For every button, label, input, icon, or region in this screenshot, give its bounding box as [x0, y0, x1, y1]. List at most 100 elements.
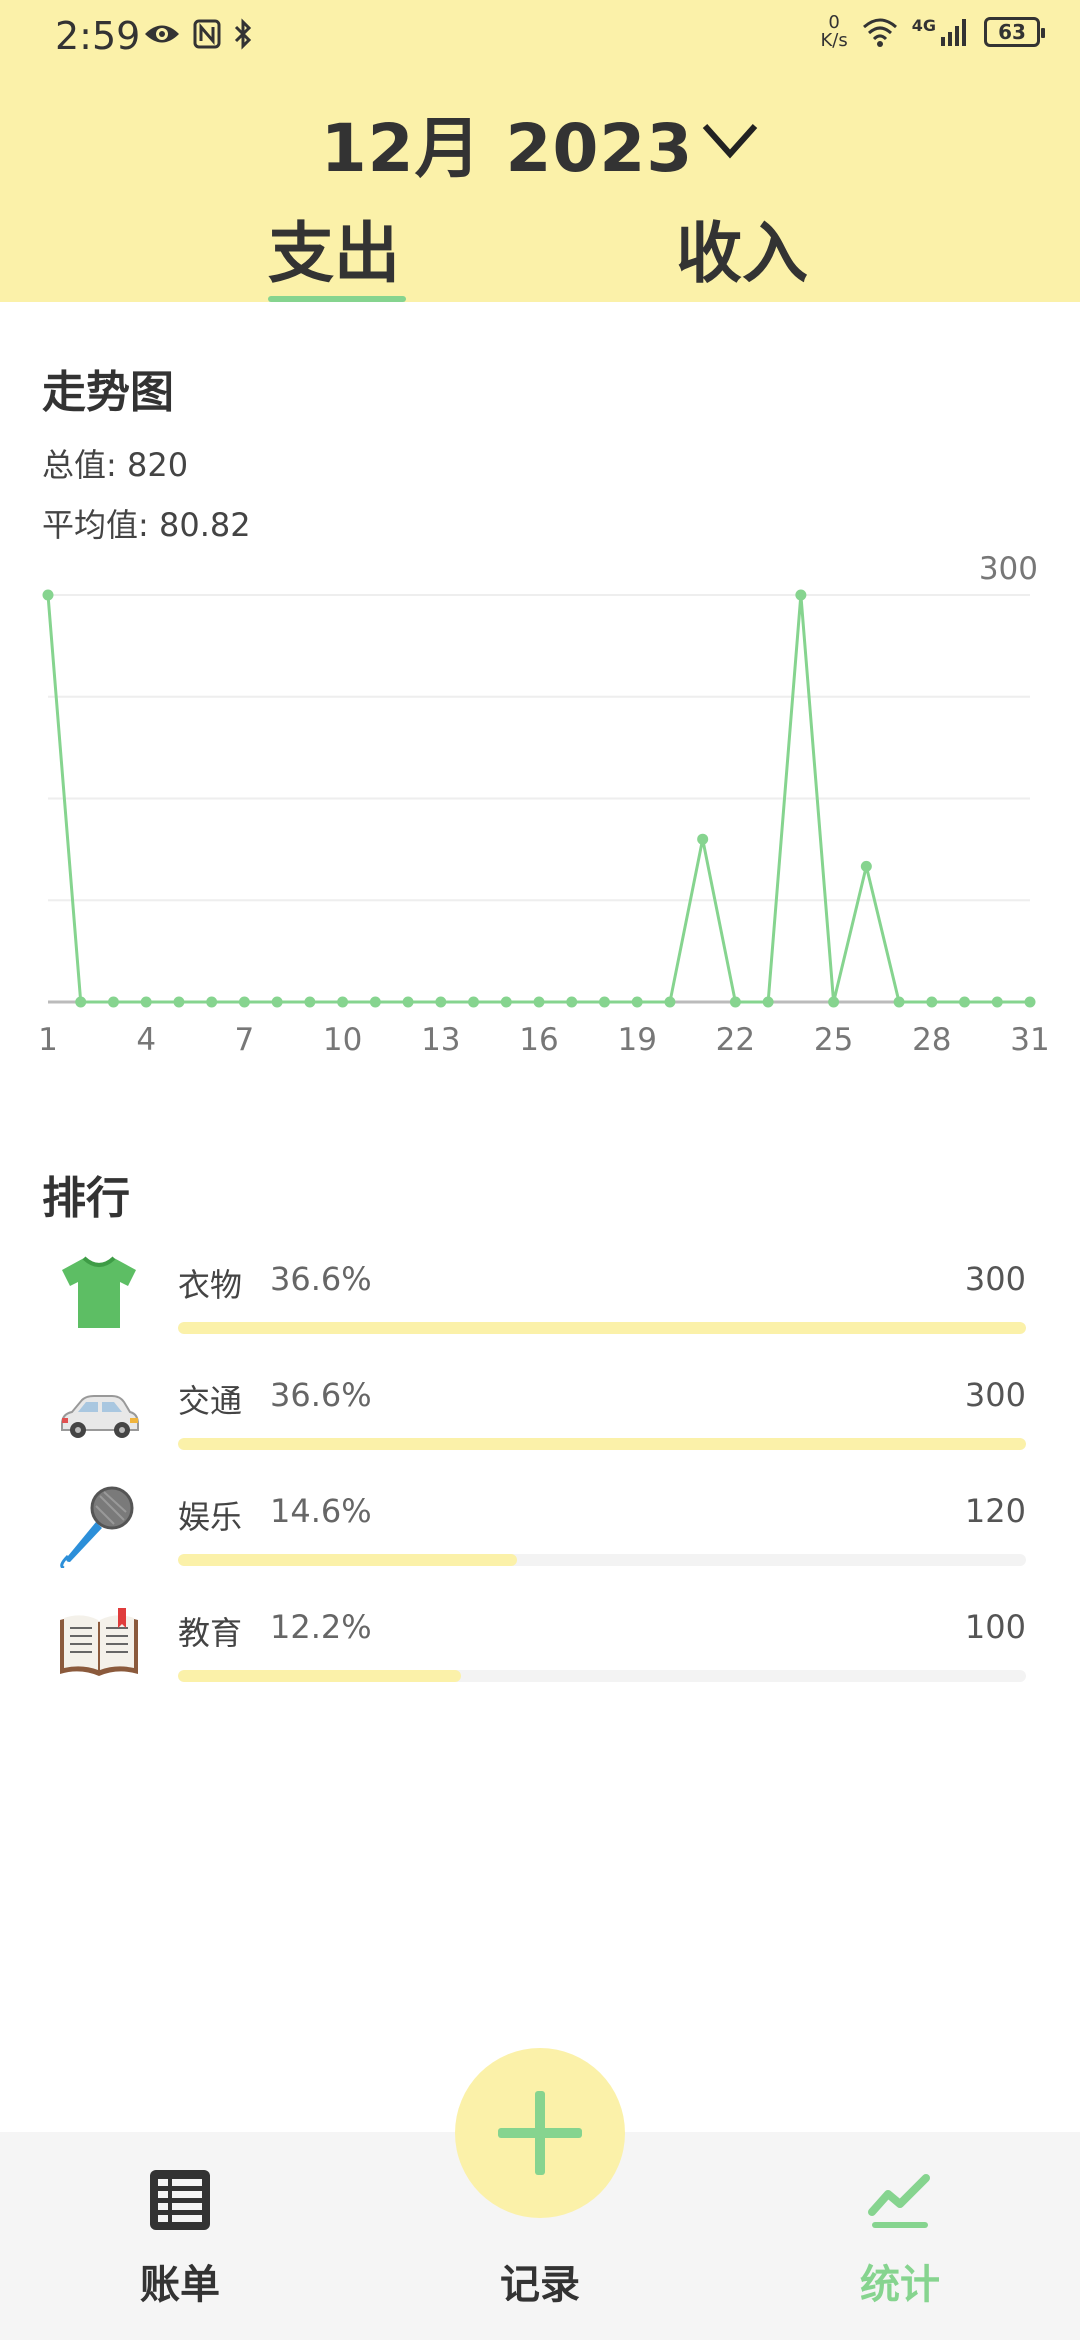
- chart-data-point: [173, 996, 185, 1008]
- ranking-bar-track: [178, 1438, 1026, 1450]
- chart-data-point: [631, 996, 643, 1008]
- trend-title: 走势图: [42, 367, 174, 418]
- ranking-bar-fill: [178, 1322, 1026, 1334]
- trend-chart-svg: 300 1 4 7 10 13 16 19 22 25 28 31: [38, 551, 1050, 1058]
- microphone-icon: [60, 1486, 134, 1568]
- chart-data-point: [926, 996, 938, 1008]
- ranking-percent: 12.2%: [270, 1608, 372, 1646]
- net-speed-unit: K/s: [820, 30, 848, 51]
- ranking-bar-track: [178, 1322, 1026, 1334]
- nav-stats[interactable]: 统计: [790, 2132, 1010, 2340]
- chart-data-point: [271, 996, 283, 1008]
- tab-income[interactable]: 收入: [676, 200, 808, 296]
- plus-icon: [498, 2091, 582, 2175]
- chart-data-point: [1024, 996, 1036, 1008]
- trend-icon: [868, 2174, 930, 2228]
- status-time: 2:59: [55, 14, 141, 58]
- chart-data-point: [402, 996, 414, 1008]
- chart-x-tick-label: 19: [617, 1022, 656, 1058]
- ranking-item-education[interactable]: 教育 12.2% 100: [0, 1588, 1080, 1704]
- ranking-percent: 36.6%: [270, 1260, 372, 1298]
- total-stat: 总值: 820: [42, 440, 188, 486]
- month-label: 12月 2023: [320, 110, 694, 187]
- ranking-name: 教育: [178, 1614, 243, 1652]
- total-label: 总值:: [42, 446, 117, 484]
- chart-y-max-label: 300: [979, 551, 1038, 587]
- chart-data-point: [140, 996, 152, 1008]
- ranking-bar-fill: [178, 1670, 461, 1682]
- net-speed: 0 K/s: [820, 14, 847, 50]
- chart-data-point: [500, 996, 512, 1008]
- ranking-list: 衣物 36.6% 300 交通 36.6% 300 娱乐 14.6% 120 教…: [0, 1240, 1080, 1704]
- chevron-down-icon: [703, 124, 758, 159]
- ranking-name: 交通: [178, 1382, 243, 1420]
- chart-data-point: [533, 996, 545, 1008]
- signal-icon: [941, 19, 966, 46]
- chart-x-tick-label: 10: [323, 1022, 362, 1058]
- tab-indicator: [268, 296, 406, 302]
- average-value: 80.82: [158, 506, 251, 544]
- ranking-value: 300: [964, 1260, 1026, 1298]
- nav-record-label: 记录: [500, 2262, 580, 2308]
- book-icon: [60, 1608, 138, 1676]
- battery-icon: 63: [984, 17, 1045, 47]
- nav-stats-label: 统计: [860, 2262, 940, 2308]
- ranking-name: 衣物: [178, 1266, 243, 1304]
- chart-data-point: [664, 996, 676, 1008]
- chart-data-point: [107, 996, 119, 1008]
- ranking-bar-track: [178, 1554, 1026, 1566]
- chart-data-point: [991, 996, 1003, 1008]
- bluetooth-icon: [234, 18, 252, 50]
- chart-data-point: [860, 860, 872, 872]
- status-right: 0 K/s 4G 63: [820, 14, 1045, 50]
- chart-x-tick-label: 31: [1010, 1022, 1049, 1058]
- status-left-icons: [143, 18, 253, 50]
- nav-bill[interactable]: 账单: [70, 2132, 290, 2340]
- chart-data-point: [42, 589, 54, 601]
- chart-data-point: [697, 833, 709, 845]
- chart-data-point: [762, 996, 774, 1008]
- status-bar: 2:59 0 K/s 4G 63: [0, 0, 1080, 80]
- battery-level: 63: [998, 20, 1026, 44]
- ranking-bar-track: [178, 1670, 1026, 1682]
- chart-data-point: [75, 996, 87, 1008]
- chart-data-point: [828, 996, 840, 1008]
- eye-icon: [145, 25, 179, 43]
- chart-x-tick-label: 4: [136, 1022, 156, 1058]
- tabs: 支出 收入: [0, 200, 1080, 302]
- chart-data-point: [435, 996, 447, 1008]
- ranking-bar-fill: [178, 1554, 518, 1566]
- chart-data-point: [468, 996, 480, 1008]
- ranking-bar-fill: [178, 1438, 1026, 1450]
- chart-data-point: [206, 996, 218, 1008]
- chart-data-point: [893, 996, 905, 1008]
- ranking-name: 娱乐: [178, 1498, 243, 1536]
- chart-data-point: [598, 996, 610, 1008]
- wifi-icon: [862, 18, 897, 47]
- ranking-item-clothing[interactable]: 衣物 36.6% 300: [0, 1240, 1080, 1356]
- header: 2:59 0 K/s 4G 63 12月 2023 支出 收入: [0, 0, 1080, 302]
- ranking-title: 排行: [42, 1173, 130, 1224]
- ranking-value: 120: [964, 1492, 1026, 1530]
- chart-x-tick-label: 1: [38, 1022, 58, 1058]
- total-value: 820: [126, 446, 189, 484]
- chart-x-tick-label: 25: [814, 1022, 853, 1058]
- car-icon: [61, 1395, 139, 1438]
- ranking-value: 300: [964, 1376, 1026, 1414]
- ranking-item-entertainment[interactable]: 娱乐 14.6% 120: [0, 1472, 1080, 1588]
- chart-data-point: [795, 589, 807, 601]
- chart-data-point: [238, 996, 250, 1008]
- chart-x-tick-label: 28: [912, 1022, 951, 1058]
- chart-data-point: [369, 996, 381, 1008]
- tab-expense[interactable]: 支出: [268, 200, 400, 296]
- ranking-value: 100: [964, 1608, 1026, 1646]
- ranking-item-transport[interactable]: 交通 36.6% 300: [0, 1356, 1080, 1472]
- list-icon: [150, 2170, 210, 2230]
- month-selector[interactable]: 12月 2023: [0, 95, 1080, 191]
- chart-x-tick-label: 13: [421, 1022, 460, 1058]
- add-record-button[interactable]: [455, 2048, 625, 2218]
- tshirt-icon: [62, 1256, 136, 1328]
- chart-x-tick-label: 22: [716, 1022, 755, 1058]
- average-label: 平均值:: [42, 506, 149, 544]
- chart-data-point: [729, 996, 741, 1008]
